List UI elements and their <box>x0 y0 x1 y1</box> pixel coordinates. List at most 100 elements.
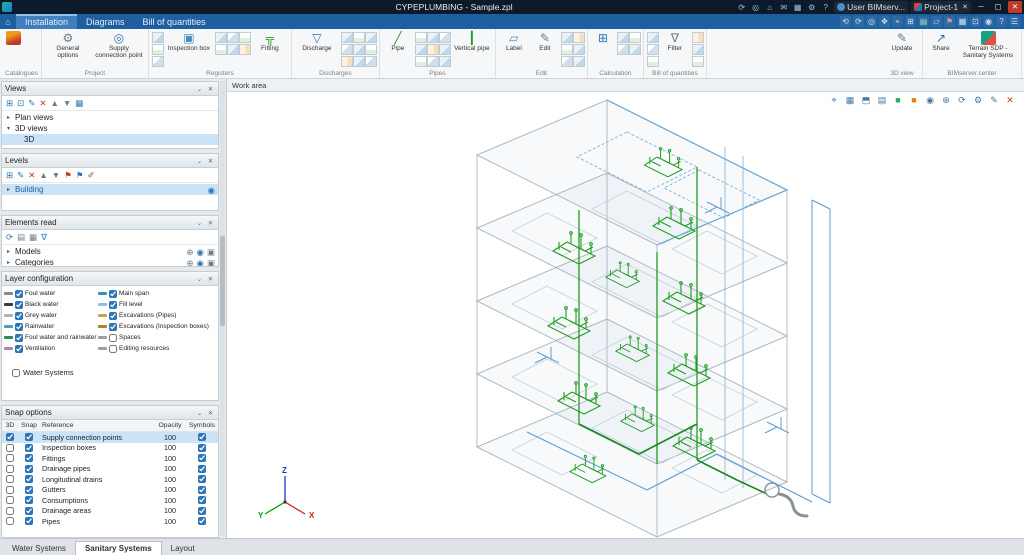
snap-symbols-checkbox[interactable] <box>198 507 206 515</box>
red-flag-icon[interactable]: ⚑ <box>64 169 72 181</box>
viewport[interactable]: ⌖ ▦ ⬒ ▤ ■ ■ ◉ ⊕ ⟳ ⚙ ✎ ✕ <box>227 92 1024 538</box>
mini-tool-icon[interactable] <box>629 44 641 55</box>
snap-3d-checkbox[interactable] <box>6 507 14 515</box>
layer-checkbox[interactable] <box>15 345 23 353</box>
supply-connection-point-button[interactable]: ◎ Supply connection point <box>93 30 145 59</box>
close-icon[interactable]: ✕ <box>206 275 215 283</box>
mini-tool-icon[interactable] <box>152 44 164 55</box>
blue-flag-icon[interactable]: ⚑ <box>76 169 84 181</box>
mini-tool-icon[interactable] <box>647 56 659 67</box>
mini-tool-icon[interactable] <box>215 32 227 43</box>
mini-tool-icon[interactable] <box>573 44 585 55</box>
grid-icon[interactable]: ▦ <box>29 231 37 243</box>
camera-icon[interactable]: ◉ <box>983 16 994 27</box>
help-icon[interactable]: ? <box>820 2 831 13</box>
snap-symbols-checkbox[interactable] <box>198 444 206 452</box>
snap-row-drainage-pipes[interactable]: Drainage pipes 100 <box>2 464 218 475</box>
terrain-sdp-button[interactable]: Terrain SDP - Sanitary Systems <box>958 30 1018 59</box>
snap-row-inspection-boxes[interactable]: Inspection boxes 100 <box>2 443 218 454</box>
tree-item-building[interactable]: ▸ Building ◉ <box>2 184 218 195</box>
mini-tool-icon[interactable] <box>427 44 439 55</box>
close-icon[interactable]: ✕ <box>206 157 215 165</box>
mini-tool-icon[interactable] <box>573 56 585 67</box>
general-options-button[interactable]: ⚙ General options <box>45 30 91 59</box>
close-view-icon[interactable]: ✕ <box>1004 94 1016 106</box>
layer-checkbox[interactable] <box>109 323 117 331</box>
layer-checkbox[interactable] <box>109 312 117 320</box>
mini-tool-icon[interactable] <box>152 32 164 43</box>
collapse-arrow-icon[interactable]: ▾ <box>5 125 12 132</box>
layer-item-black-water[interactable]: Black water <box>4 299 98 310</box>
home-icon[interactable]: ⌂ <box>764 2 775 13</box>
snap-checkbox[interactable] <box>25 486 33 494</box>
search-icon[interactable]: ◎ <box>750 2 761 13</box>
discharge-button[interactable]: ▽ Discharge <box>295 30 339 52</box>
snap-checkbox[interactable] <box>25 444 33 452</box>
mini-tool-icon[interactable] <box>427 56 439 67</box>
sync-icon[interactable]: ⟳ <box>736 2 747 13</box>
layer-item-fill-level[interactable]: Fill level <box>98 299 216 310</box>
expand-icon[interactable]: ▸ <box>5 259 12 266</box>
snap-3d-checkbox[interactable] <box>6 496 14 504</box>
layer-item-ventilation[interactable]: Ventilation <box>4 343 98 354</box>
snap-checkbox[interactable] <box>25 454 33 462</box>
apps-icon[interactable]: ▦ <box>792 2 803 13</box>
tab-bill-of-quantities[interactable]: Bill of quantities <box>134 14 215 29</box>
bottom-tab-sanitary-systems[interactable]: Sanitary Systems <box>75 541 162 555</box>
layer-checkbox[interactable] <box>109 345 117 353</box>
mini-tool-icon[interactable] <box>692 56 704 67</box>
text-icon[interactable]: ▱ <box>931 16 942 27</box>
close-icon[interactable]: ✕ <box>206 219 215 227</box>
tree-item-plan-views[interactable]: ▸ Plan views <box>2 112 218 123</box>
mini-tool-icon[interactable] <box>415 56 427 67</box>
snap-3d-checkbox[interactable] <box>6 454 14 462</box>
snap-opacity-value[interactable]: 100 <box>154 454 186 463</box>
mini-tool-icon[interactable] <box>239 32 251 43</box>
edit-icon[interactable]: ✎ <box>988 94 1000 106</box>
chevron-down-icon[interactable]: ⌄ <box>195 157 204 165</box>
edit-level-icon[interactable]: ✎ <box>17 169 24 181</box>
filter-small-icon[interactable]: ∇ <box>41 231 47 243</box>
snap-3d-checkbox[interactable] <box>6 444 14 452</box>
mini-tool-icon[interactable] <box>341 44 353 55</box>
snap-3d-checkbox[interactable] <box>6 517 14 525</box>
pencil-icon[interactable]: ✐ <box>87 169 94 181</box>
mini-tool-icon[interactable] <box>353 56 365 67</box>
mini-tool-icon[interactable] <box>353 44 365 55</box>
pan-icon[interactable]: ✥ <box>879 16 890 27</box>
mini-tool-icon[interactable] <box>365 56 377 67</box>
mini-tool-icon[interactable] <box>227 32 239 43</box>
redo-icon[interactable]: ⟳ <box>853 16 864 27</box>
link-icon[interactable]: ⊕ <box>186 257 193 268</box>
mini-tool-icon[interactable] <box>439 32 451 43</box>
view-settings-icon[interactable]: ▦ <box>75 97 83 109</box>
mini-tool-icon[interactable] <box>617 44 629 55</box>
mini-tool-icon[interactable] <box>239 44 251 55</box>
filter-button[interactable]: ∇ Filter <box>660 30 690 52</box>
label-button[interactable]: ▱ Label <box>499 30 529 52</box>
snap-checkbox[interactable] <box>25 465 33 473</box>
snap-opacity-value[interactable]: 100 <box>154 433 186 442</box>
tree-item-models[interactable]: ▸ Models ⊕ ◉ ▣ <box>2 246 218 257</box>
layer-checkbox[interactable] <box>15 323 23 331</box>
lock-icon[interactable]: ▣ <box>207 257 215 268</box>
mini-tool-icon[interactable] <box>365 32 377 43</box>
mini-tool-icon[interactable] <box>152 56 164 67</box>
tab-installation[interactable]: Installation <box>16 14 77 29</box>
snap-checkbox[interactable] <box>25 496 33 504</box>
snap-3d-checkbox[interactable] <box>6 486 14 494</box>
layers-icon[interactable]: ▤ <box>918 16 929 27</box>
print-icon[interactable]: ▦ <box>844 94 856 106</box>
snap-opacity-value[interactable]: 100 <box>154 485 186 494</box>
vertical-pipe-button[interactable]: ┃ Vertical pipe <box>452 30 492 52</box>
refresh-icon[interactable]: ⟳ <box>956 94 968 106</box>
orange-layer-icon[interactable]: ■ <box>908 94 920 106</box>
layer-item-excavations-inspection-boxes[interactable]: Excavations (Inspection boxes) <box>98 321 216 332</box>
snap-row-consumptions[interactable]: Consumptions 100 <box>2 495 218 506</box>
help-small-icon[interactable]: ? <box>996 16 1007 27</box>
tab-diagrams[interactable]: Diagrams <box>77 14 134 29</box>
close-button[interactable]: ✕ <box>1008 1 1022 13</box>
snap-symbols-checkbox[interactable] <box>198 454 206 462</box>
list-icon[interactable]: ▤ <box>17 231 25 243</box>
snap-row-supply-connection-points[interactable]: Supply connection points 100 <box>2 432 218 443</box>
